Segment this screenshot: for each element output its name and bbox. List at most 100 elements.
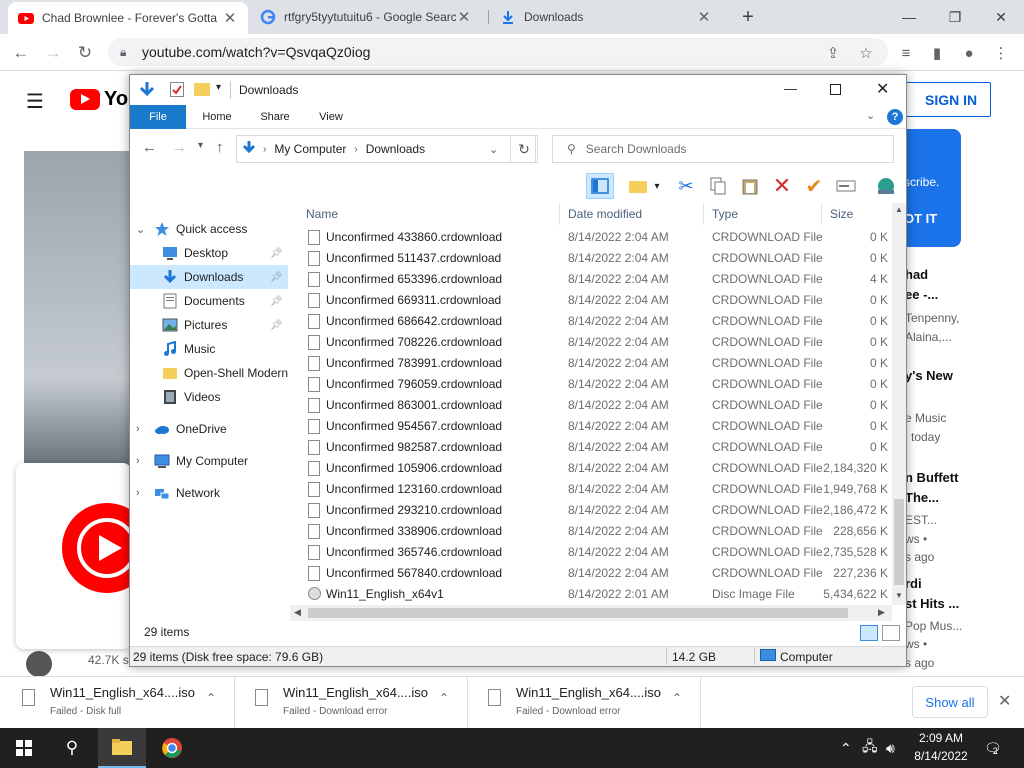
- file-row[interactable]: Unconfirmed 511437.crdownload 8/14/2022 2…: [298, 248, 892, 269]
- scroll-left-arrow-icon[interactable]: ◀: [294, 607, 301, 618]
- preview-pane-button[interactable]: [586, 173, 614, 199]
- start-windows-icon[interactable]: [0, 728, 48, 768]
- nav-item-pictures[interactable]: Pictures 📌︎: [130, 313, 288, 337]
- side-panel-icon[interactable]: ▮: [924, 40, 950, 66]
- file-row[interactable]: Unconfirmed 293210.crdownload 8/14/2022 2…: [298, 500, 892, 521]
- ribbon-tab-home[interactable]: Home: [192, 105, 242, 129]
- folder-options-icon[interactable]: [624, 173, 652, 199]
- explorer-maximize-button[interactable]: [830, 84, 841, 95]
- clock-time[interactable]: 2:09 AM: [912, 731, 970, 745]
- nav-item-documents[interactable]: Documents 📌︎: [130, 289, 288, 313]
- checkmark-icon[interactable]: ✔: [800, 173, 828, 199]
- column-header-type[interactable]: Type: [704, 203, 822, 225]
- ribbon-tab-share[interactable]: Share: [250, 105, 300, 129]
- scroll-up-arrow-icon[interactable]: ▲: [895, 205, 903, 214]
- cut-icon[interactable]: ✂: [672, 173, 700, 199]
- close-icon[interactable]: ✕: [696, 8, 712, 26]
- nav-item-desktop[interactable]: Desktop 📌︎: [130, 241, 288, 265]
- nav-item-network[interactable]: › Network: [130, 481, 288, 505]
- file-row[interactable]: Unconfirmed 863001.crdownload 8/14/2022 2…: [298, 395, 892, 416]
- file-row[interactable]: Unconfirmed 653396.crdownload 8/14/2022 2…: [298, 269, 892, 290]
- back-arrow-icon[interactable]: ←: [142, 139, 157, 156]
- file-row[interactable]: Unconfirmed 433860.crdownload 8/14/2022 2…: [298, 227, 892, 248]
- expand-chevron-right-icon[interactable]: ›: [136, 487, 140, 499]
- tab-downloads[interactable]: Downloads ✕: [490, 0, 722, 34]
- tab-google[interactable]: rtfgry5tyytutuitu6 - Google Searc ✕: [250, 0, 482, 34]
- nav-item-my-computer[interactable]: › My Computer: [130, 449, 288, 473]
- close-download-shelf-icon[interactable]: ✕: [998, 691, 1011, 711]
- file-row[interactable]: Unconfirmed 982587.crdownload 8/14/2022 2…: [298, 437, 892, 458]
- nav-item-onedrive[interactable]: › OneDrive: [130, 417, 288, 441]
- help-icon[interactable]: ?: [887, 109, 903, 125]
- video-title-fragment[interactable]: y's New: [905, 368, 953, 383]
- nav-item-open-shell-modern[interactable]: Open-Shell Modern: [130, 361, 288, 385]
- paste-icon[interactable]: [736, 173, 764, 199]
- new-folder-icon[interactable]: [194, 83, 210, 96]
- details-view-icon[interactable]: [860, 625, 878, 641]
- download-item[interactable]: Win11_English_x64....iso Failed - Disk fu…: [2, 677, 235, 729]
- column-header-name[interactable]: Name: [298, 203, 560, 225]
- video-title-fragment[interactable]: n Buffett: [905, 470, 958, 485]
- vertical-scroll-thumb[interactable]: [894, 499, 904, 585]
- breadcrumb-downloads[interactable]: Downloads: [366, 142, 425, 156]
- network-globe-icon[interactable]: [872, 173, 900, 199]
- ribbon-tab-file[interactable]: File: [130, 105, 186, 129]
- file-row[interactable]: Unconfirmed 338906.crdownload 8/14/2022 2…: [298, 521, 892, 542]
- address-bar[interactable]: 🔒︎ youtube.com/watch?v=QsvqaQz0iog: [108, 38, 888, 66]
- file-row[interactable]: Unconfirmed 708226.crdownload 8/14/2022 2…: [298, 332, 892, 353]
- explorer-close-button[interactable]: ✕: [876, 79, 889, 99]
- column-header-size[interactable]: Size: [822, 203, 892, 225]
- chrome-taskbar-icon[interactable]: [148, 728, 196, 768]
- file-row[interactable]: Unconfirmed 796059.crdownload 8/14/2022 2…: [298, 374, 892, 395]
- chevron-down-icon[interactable]: ▾: [216, 82, 221, 93]
- expand-chevron-right-icon[interactable]: ›: [136, 455, 140, 467]
- close-icon[interactable]: ✕: [222, 9, 238, 27]
- clock-date[interactable]: 8/14/2022: [910, 749, 972, 763]
- file-row[interactable]: Win11_English_x64v1 8/14/2022 2:01 AM Disc…: [298, 584, 892, 605]
- chevron-up-icon[interactable]: ⌃: [439, 691, 449, 705]
- breadcrumb[interactable]: › My Computer › Downloads ⌄: [236, 135, 536, 163]
- chevron-down-icon[interactable]: ▾: [650, 173, 664, 199]
- media-control-icon[interactable]: ≡: [893, 40, 919, 66]
- delete-icon[interactable]: ✕: [768, 173, 796, 199]
- column-header-date[interactable]: Date modified: [560, 203, 704, 225]
- file-row[interactable]: Unconfirmed 567840.crdownload 8/14/2022 2…: [298, 563, 892, 584]
- notification-icon[interactable]: 🗨︎ 2: [984, 728, 1002, 768]
- file-row[interactable]: Unconfirmed 686642.crdownload 8/14/2022 2…: [298, 311, 892, 332]
- chevron-up-icon[interactable]: ⌃: [206, 691, 216, 705]
- horizontal-scrollbar[interactable]: ◀ ▶: [290, 605, 892, 621]
- promo-button[interactable]: OT IT: [904, 211, 937, 226]
- file-row[interactable]: Unconfirmed 954567.crdownload 8/14/2022 2…: [298, 416, 892, 437]
- refresh-button[interactable]: ↻: [510, 135, 538, 163]
- volume-icon[interactable]: 🔊︎: [886, 728, 895, 768]
- file-row[interactable]: Unconfirmed 783991.crdownload 8/14/2022 2…: [298, 353, 892, 374]
- nav-item-music[interactable]: Music: [130, 337, 288, 361]
- breadcrumb-my-computer[interactable]: My Computer: [274, 142, 346, 156]
- nav-item-videos[interactable]: Videos: [130, 385, 288, 409]
- chevron-down-icon[interactable]: ⌄: [489, 143, 498, 156]
- minimize-button[interactable]: —: [886, 0, 932, 34]
- reload-button[interactable]: ↻: [72, 40, 98, 66]
- scroll-down-arrow-icon[interactable]: ▼: [895, 591, 903, 600]
- forward-button[interactable]: →: [40, 40, 66, 66]
- video-title-fragment[interactable]: had: [905, 267, 928, 282]
- forward-arrow-icon[interactable]: →: [172, 139, 187, 156]
- video-title-fragment[interactable]: The...: [905, 490, 939, 505]
- tray-chevron-up-icon[interactable]: ⌃: [840, 728, 852, 768]
- sign-in-button[interactable]: SIGN IN: [894, 82, 991, 117]
- search-icon[interactable]: ⚲: [48, 728, 96, 768]
- file-row[interactable]: Unconfirmed 123160.crdownload 8/14/2022 2…: [298, 479, 892, 500]
- search-input[interactable]: ⚲ Search Downloads: [552, 135, 894, 163]
- new-tab-button[interactable]: +: [734, 0, 762, 34]
- file-row[interactable]: Unconfirmed 669311.crdownload 8/14/2022 2…: [298, 290, 892, 311]
- ribbon-tab-view[interactable]: View: [306, 105, 356, 129]
- download-item[interactable]: Win11_English_x64....iso Failed - Downloa…: [468, 677, 701, 729]
- profile-avatar-icon[interactable]: ●: [956, 40, 982, 66]
- restore-button[interactable]: ❐: [932, 0, 978, 34]
- horizontal-scroll-thumb[interactable]: [308, 608, 848, 618]
- channel-avatar[interactable]: [26, 651, 52, 676]
- share-icon[interactable]: ⇪: [820, 40, 846, 66]
- scroll-right-arrow-icon[interactable]: ▶: [878, 607, 885, 618]
- properties-icon[interactable]: [170, 82, 184, 97]
- close-icon[interactable]: ✕: [456, 8, 472, 26]
